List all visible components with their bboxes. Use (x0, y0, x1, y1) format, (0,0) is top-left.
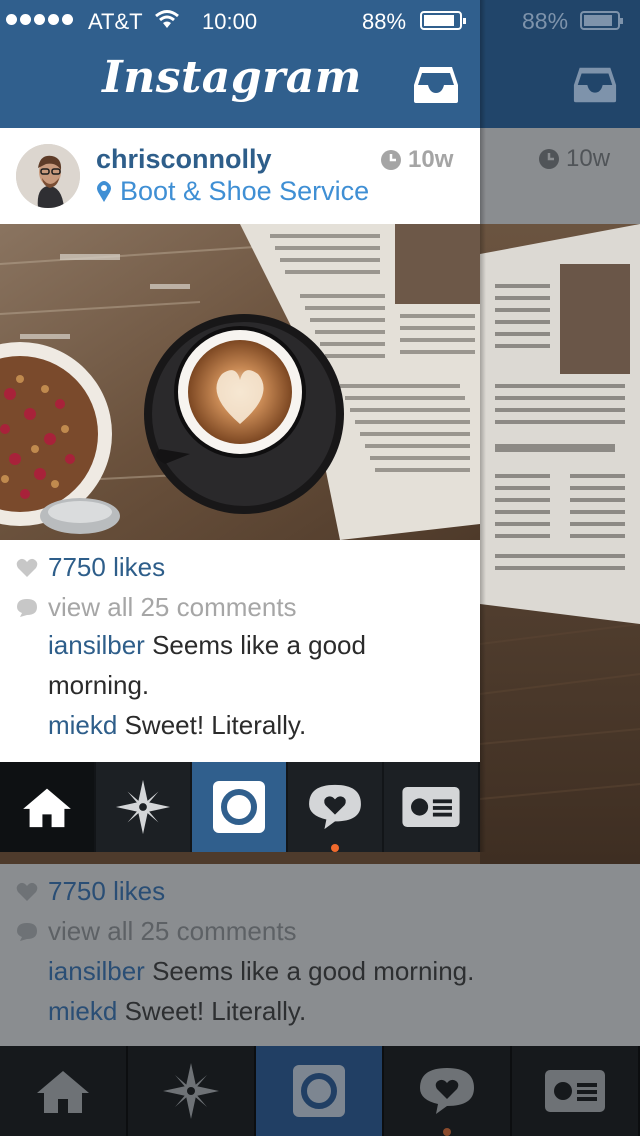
instagram-feed-screen: AT&T 10:00 88% Instagram chrisconnolly B… (0, 0, 480, 852)
bg-likes: 7750 likes (16, 876, 165, 907)
bg-post-time-text: 10w (566, 145, 611, 172)
battery-percentage: 88% (362, 9, 407, 34)
bg-comment: miekd Sweet! Literally. (48, 996, 306, 1027)
bg-notification-dot (443, 1128, 451, 1136)
post-location-text: Boot & Shoe Service (120, 176, 370, 206)
heart-icon (16, 558, 38, 577)
post-info: 7750 likes view all 25 comments iansilbe… (0, 540, 480, 762)
tab-camera[interactable] (192, 762, 288, 852)
post-header: chrisconnolly Boot & Shoe Service 10w (0, 128, 480, 224)
instagram-logo: Instagram (102, 52, 362, 103)
avatar-photo (16, 144, 80, 208)
bg-tab-explore (128, 1046, 256, 1136)
view-all-comments-link[interactable]: view all 25 comments (16, 592, 297, 623)
bg-comment-text: Seems like a good morning. (152, 956, 475, 986)
bg-battery-percentage: 88% (522, 8, 569, 34)
bg-tab-news (384, 1046, 512, 1136)
comment-item: iansilber Seems like a good morning. (48, 625, 468, 705)
bg-view-comments: view all 25 comments (16, 916, 297, 947)
bg-tab-home (0, 1046, 128, 1136)
inbox-icon[interactable] (412, 65, 460, 105)
post-time-text: 10w (408, 146, 454, 173)
bg-tab-camera (256, 1046, 384, 1136)
bg-home-icon (37, 1071, 89, 1113)
comment-bubble-icon (17, 598, 37, 617)
tab-bar (0, 762, 480, 852)
signal-dots-icon (6, 14, 73, 25)
status-time: 10:00 (202, 9, 258, 34)
post-username[interactable]: chrisconnolly (96, 144, 272, 175)
notification-dot (331, 844, 339, 852)
carrier-name: AT&T (88, 9, 143, 34)
view-comments-text: view all 25 comments (48, 592, 297, 622)
post-time: 10w (380, 146, 453, 174)
bg-comment-icon (17, 922, 37, 941)
avatar[interactable] (16, 144, 80, 208)
nav-bar: Instagram (0, 40, 480, 128)
bg-comment-text: Sweet! Literally. (124, 996, 307, 1026)
battery-icon (420, 11, 466, 30)
bg-view-comments-text: view all 25 comments (48, 916, 297, 946)
status-bar: AT&T 10:00 88% (0, 0, 480, 40)
home-icon (23, 788, 71, 828)
tab-home[interactable] (0, 762, 96, 852)
bg-comment-author: miekd (48, 996, 118, 1026)
profile-card-icon (402, 787, 460, 827)
bg-tab-bar (0, 1046, 640, 1136)
screen-edge-shadow (480, 0, 486, 852)
post-location[interactable]: Boot & Shoe Service (96, 176, 369, 207)
comment-author[interactable]: miekd (48, 710, 117, 740)
bg-inbox-icon (573, 67, 617, 103)
comment-text: Sweet! Literally. (124, 710, 307, 740)
coffee-photo-image (0, 224, 480, 540)
bg-battery-icon (580, 11, 623, 30)
bg-comment-author: iansilber (48, 956, 145, 986)
bg-clock-icon (539, 149, 559, 169)
bg-tab-profile (512, 1046, 640, 1136)
bg-heart-bubble-icon (420, 1068, 474, 1114)
tab-profile[interactable] (384, 762, 480, 852)
clock-icon (381, 150, 401, 170)
likes-count: 7750 likes (48, 552, 166, 582)
camera-icon (213, 781, 265, 833)
bg-camera-icon (293, 1065, 345, 1117)
heart-bubble-icon (309, 784, 361, 830)
tab-news[interactable] (288, 762, 384, 852)
compass-star-icon (115, 779, 171, 835)
bg-profile-card-icon (545, 1070, 605, 1112)
comment-author[interactable]: iansilber (48, 630, 145, 660)
comment-item: miekd Sweet! Literally. (48, 705, 468, 745)
tab-explore[interactable] (96, 762, 192, 852)
location-pin-icon (97, 180, 111, 202)
post-photo[interactable] (0, 224, 480, 540)
bg-post-info: 7750 likes view all 25 comments iansilbe… (0, 864, 640, 1046)
wifi-icon (155, 10, 179, 28)
likes-row[interactable]: 7750 likes (16, 552, 165, 583)
bg-heart-icon (16, 882, 38, 901)
bg-comment: iansilber Seems like a good morning. (48, 956, 474, 987)
bg-compass-star-icon (163, 1063, 219, 1119)
bg-likes-text: 7750 likes (48, 876, 166, 906)
bg-post-time: 10w (538, 145, 610, 173)
